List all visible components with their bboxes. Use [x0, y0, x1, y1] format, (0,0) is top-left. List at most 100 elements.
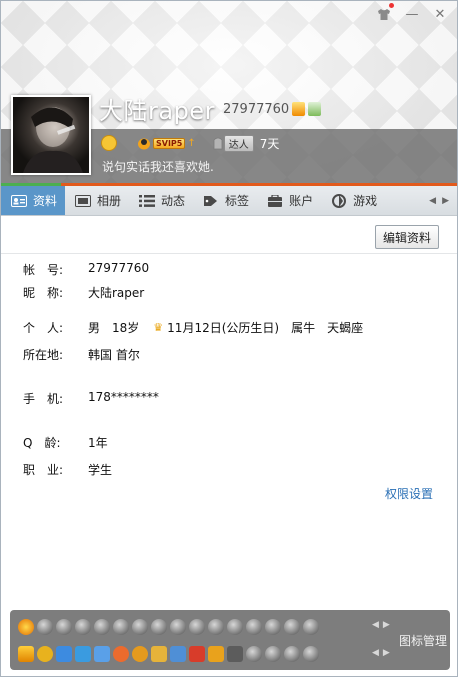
tab-profile[interactable]: 资料	[1, 186, 66, 215]
heart-icon[interactable]	[37, 619, 53, 635]
job-row: 职 业: 学生	[23, 461, 112, 478]
pet-icon[interactable]	[132, 646, 148, 662]
camera-icon[interactable]	[303, 646, 319, 662]
vip-badge-icon[interactable]	[292, 102, 305, 116]
tab-scroll-arrows: ◀ ▶	[429, 186, 449, 215]
diamond-plain-icon[interactable]	[189, 619, 205, 635]
tab-games[interactable]: 游戏	[321, 186, 385, 215]
diamond-light-icon[interactable]	[208, 619, 224, 635]
status-row: SVIP5 ↑ 达人 7天	[101, 134, 279, 152]
qq-number: 27977760	[223, 102, 290, 117]
icon-row-bottom	[18, 646, 319, 662]
personal-values: 男 18岁 ♛ 11月12日(公历生日) 属牛 天蝎座	[88, 319, 363, 336]
wing-small-icon[interactable]	[132, 619, 148, 635]
account-label: 帐 号:	[23, 263, 64, 277]
qage-row: Q 龄: 1年	[23, 434, 108, 451]
app-icon[interactable]	[227, 646, 243, 662]
photo-album-icon	[75, 194, 92, 207]
gem-icon[interactable]	[113, 619, 129, 635]
panel-scroll-right-icon[interactable]: ▶	[383, 620, 390, 630]
nickname-value: 大陆raper	[88, 286, 145, 300]
edit-profile-button[interactable]: 编辑资料	[375, 225, 439, 249]
daren-days: 7天	[259, 136, 280, 151]
constellation-value: 天蝎座	[327, 321, 364, 335]
star-icon[interactable]	[37, 646, 53, 662]
nickname-badges	[292, 102, 321, 116]
diamond-alt-icon[interactable]	[170, 619, 186, 635]
tab-account[interactable]: 账户	[257, 186, 321, 215]
nickname-row: 昵 称: 大陆raper	[23, 284, 144, 301]
header-accent-line	[1, 183, 457, 186]
panel-scroll-right-icon-2[interactable]: ▶	[383, 648, 390, 658]
game-center-icon[interactable]	[113, 646, 129, 662]
panel-arrows-bottom: ◀ ▶	[372, 648, 390, 658]
diamond-dark-icon[interactable]	[56, 619, 72, 635]
cube-icon[interactable]	[284, 619, 300, 635]
panel-scroll-left-icon[interactable]: ◀	[372, 620, 379, 630]
tab-feed[interactable]: 动态	[129, 186, 193, 215]
tab-bar: 资料 相册 动态 标签 账户 游戏	[1, 186, 457, 216]
level-up-icon: ↑	[187, 137, 196, 149]
tab-scroll-left-icon[interactable]: ◀	[429, 196, 436, 206]
download-icon[interactable]	[303, 619, 319, 635]
heart-dark-icon[interactable]	[265, 619, 281, 635]
avatar[interactable]	[11, 95, 91, 175]
tab-tags[interactable]: 标签	[193, 186, 257, 215]
shirt-icon[interactable]	[377, 3, 394, 21]
phone-icon[interactable]	[94, 619, 110, 635]
permission-settings-link[interactable]: 权限设置	[385, 485, 433, 502]
job-value: 学生	[88, 463, 113, 477]
icon-row-top	[18, 619, 319, 635]
mail-icon[interactable]	[94, 646, 110, 662]
mobile-online-icon[interactable]	[308, 102, 321, 116]
gift-icon[interactable]	[284, 646, 300, 662]
moon-icon[interactable]	[227, 619, 243, 635]
phone-label: 手 机:	[23, 392, 64, 406]
personal-label: 个 人:	[23, 321, 64, 335]
svip-badge[interactable]: SVIP5 ↑	[137, 136, 196, 150]
zodiac-value: 属牛	[291, 321, 316, 335]
nickname: 大陆raper	[99, 97, 215, 125]
job-label: 职 业:	[23, 463, 64, 477]
nickname-label: 昵 称:	[23, 286, 64, 300]
panel-scroll-left-icon-2[interactable]: ◀	[372, 648, 379, 658]
tab-scroll-right-icon[interactable]: ▶	[442, 196, 449, 206]
age-value: 18岁	[112, 321, 140, 335]
title-bar-buttons: — ✕	[377, 3, 447, 22]
video-icon[interactable]	[189, 646, 205, 662]
minimize-icon[interactable]: —	[405, 7, 419, 22]
diamond-icon[interactable]	[151, 619, 167, 635]
personal-signature[interactable]: 说句实话我还喜欢她.	[102, 158, 214, 175]
location-row: 所在地: 韩国 首尔	[23, 346, 140, 363]
game-icon	[331, 193, 347, 208]
shield-icon[interactable]	[18, 646, 34, 662]
tag-icon	[203, 195, 219, 207]
close-icon[interactable]: ✕	[433, 7, 447, 22]
qage-value: 1年	[88, 436, 108, 450]
swirl-icon[interactable]	[265, 646, 281, 662]
feed-list-icon	[139, 194, 156, 207]
qage-label: Q 龄:	[23, 436, 61, 450]
account-row: 帐 号: 27977760	[23, 261, 149, 278]
wallet-icon	[267, 194, 283, 207]
gem-grey-icon[interactable]	[246, 646, 262, 662]
smiley-icon[interactable]	[101, 135, 117, 151]
superman-icon[interactable]	[246, 619, 262, 635]
content-divider	[1, 253, 457, 254]
daren-badge[interactable]: 达人	[212, 134, 254, 152]
phone-value: 178********	[88, 390, 159, 404]
party-icon[interactable]	[151, 646, 167, 662]
profile-card-icon	[11, 194, 27, 207]
birthday-crown-icon: ♛	[153, 321, 164, 334]
qq-penguin-icon[interactable]	[18, 619, 34, 635]
wing-icon[interactable]	[75, 619, 91, 635]
panel-arrows-top: ◀ ▶	[372, 620, 390, 630]
music-icon[interactable]	[75, 646, 91, 662]
tab-album[interactable]: 相册	[65, 186, 129, 215]
lightning-icon[interactable]	[208, 646, 224, 662]
icon-panel: ◀ ▶ ◀ ▶ 图标管理	[10, 610, 450, 670]
map-icon[interactable]	[170, 646, 186, 662]
qzone-icon[interactable]	[56, 646, 72, 662]
icon-manage-button[interactable]: 图标管理	[399, 632, 447, 649]
location-label: 所在地:	[23, 348, 64, 362]
